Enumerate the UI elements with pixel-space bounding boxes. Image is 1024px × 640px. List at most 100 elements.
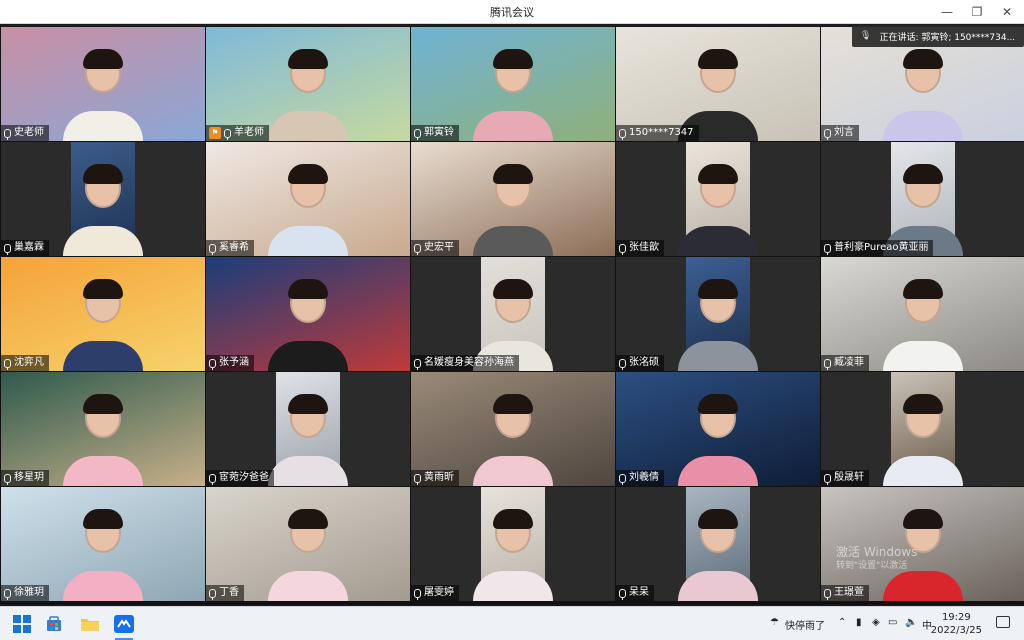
usb-icon[interactable]: ▮ xyxy=(856,617,862,628)
participant-tile[interactable]: 屠雯婷 xyxy=(411,487,615,601)
notification-center-icon[interactable] xyxy=(996,616,1010,628)
participant-video xyxy=(206,27,410,141)
participant-video xyxy=(473,257,553,371)
participant-body xyxy=(63,571,143,601)
participant-name: 徐雅玥 xyxy=(14,587,44,598)
microphone-icon xyxy=(414,473,421,485)
volume-icon[interactable]: 🔈 xyxy=(905,617,917,628)
participant-name: 呆呆 xyxy=(629,587,649,598)
minimize-icon[interactable]: — xyxy=(932,0,962,24)
clock-time: 19:29 xyxy=(941,612,971,623)
participant-nametag: 徐雅玥 xyxy=(1,585,49,601)
participant-name: 150****7347 xyxy=(629,127,694,138)
participant-tile[interactable]: 刘羲倩 xyxy=(616,372,820,486)
participant-body xyxy=(268,111,348,141)
file-explorer-icon[interactable] xyxy=(80,614,100,634)
participant-name: 殷晟轩 xyxy=(834,472,864,483)
participant-hair xyxy=(698,163,738,184)
participant-hair xyxy=(903,48,943,69)
participant-name: 羊老师 xyxy=(234,127,264,138)
participant-body xyxy=(268,456,348,486)
participant-name: 黄雨昕 xyxy=(424,472,454,483)
weather-icon[interactable]: ☂ xyxy=(770,617,779,628)
participant-tile[interactable]: 史宏平 xyxy=(411,142,615,256)
participant-hair xyxy=(288,48,328,69)
network-icon[interactable]: ▭ xyxy=(888,617,897,628)
participant-tile[interactable]: 丁香 xyxy=(206,487,410,601)
microphone-icon xyxy=(224,128,231,140)
participant-body xyxy=(63,341,143,371)
participant-body xyxy=(883,111,963,141)
windows-start-icon[interactable] xyxy=(12,614,32,634)
participant-name: 沈弈凡 xyxy=(14,357,44,368)
participant-body xyxy=(473,226,553,256)
participant-tile[interactable]: 史老师 xyxy=(1,27,205,141)
participant-hair xyxy=(903,278,943,299)
participant-body xyxy=(268,341,348,371)
participant-nametag: 臧凌菲 xyxy=(821,355,869,371)
participant-tile[interactable]: 普利豪Pureao黄亚丽 xyxy=(821,142,1024,256)
participant-tile[interactable]: 移星玥 xyxy=(1,372,205,486)
participant-nametag: 史宏平 xyxy=(411,240,459,256)
participant-hair xyxy=(698,393,738,414)
participant-video xyxy=(411,27,615,141)
participant-nametag: 张予涵 xyxy=(206,355,254,371)
participant-name: 臧凌菲 xyxy=(834,357,864,368)
participant-tile[interactable]: 奚睿希 xyxy=(206,142,410,256)
clock-date: 2022/3/25 xyxy=(930,625,982,636)
participant-nametag: 奚睿希 xyxy=(206,240,254,256)
participant-tile[interactable]: 巢嘉霖 xyxy=(1,142,205,256)
participant-tile[interactable]: 沈弈凡 xyxy=(1,257,205,371)
participant-tile[interactable]: 张洺硕 xyxy=(616,257,820,371)
participant-hair xyxy=(698,48,738,69)
microphone-icon xyxy=(414,128,421,140)
microphone-icon xyxy=(619,473,626,485)
participant-video xyxy=(616,27,820,141)
system-clock[interactable]: 19:29 2022/3/25 xyxy=(931,611,982,637)
close-icon[interactable]: ✕ xyxy=(992,0,1022,24)
participant-video xyxy=(206,487,410,601)
participant-body xyxy=(268,571,348,601)
security-shield-icon[interactable]: ◈ xyxy=(872,617,880,628)
chevron-up-icon[interactable]: ⌃ xyxy=(838,617,846,628)
participant-tile[interactable]: 臧凌菲 xyxy=(821,257,1024,371)
participant-tile[interactable]: 黄雨昕 xyxy=(411,372,615,486)
participant-tile[interactable]: 张佳歆 xyxy=(616,142,820,256)
microphone-icon xyxy=(209,358,216,370)
participant-body xyxy=(473,456,553,486)
participant-tile[interactable]: 徐雅玥 xyxy=(1,487,205,601)
participant-tile[interactable]: 宦菀汐爸爸 xyxy=(206,372,410,486)
participant-tile[interactable]: 王璟萱 xyxy=(821,487,1024,601)
participant-name: 刘言 xyxy=(834,127,854,138)
participant-video xyxy=(678,142,758,256)
participant-tile[interactable]: ⚑ 羊老师 xyxy=(206,27,410,141)
participant-video xyxy=(268,372,348,486)
participant-nametag: 沈弈凡 xyxy=(1,355,49,371)
microphone-icon xyxy=(209,473,216,485)
participant-hair xyxy=(83,278,123,299)
participant-tile[interactable]: 殷晟轩 xyxy=(821,372,1024,486)
speaking-text: 正在讲话: 郭寅铃; 150****734... xyxy=(879,32,1016,43)
participant-tile[interactable]: 郭寅铃 xyxy=(411,27,615,141)
participant-hair xyxy=(493,163,533,184)
tencent-meeting-icon[interactable] xyxy=(114,614,134,634)
participant-tile[interactable]: 名媛瘦身美容孙海燕 xyxy=(411,257,615,371)
participant-tile[interactable]: 张予涵 xyxy=(206,257,410,371)
store-icon[interactable] xyxy=(44,614,64,634)
participant-video xyxy=(206,142,410,256)
participant-hair xyxy=(83,163,123,184)
participant-tile[interactable]: 呆呆 xyxy=(616,487,820,601)
window-title: 腾讯会议 xyxy=(490,6,534,19)
participant-nametag: 名媛瘦身美容孙海燕 xyxy=(411,355,519,371)
maximize-icon[interactable]: ❐ xyxy=(962,0,992,24)
participant-body xyxy=(883,571,963,601)
participant-name: 郭寅铃 xyxy=(424,127,454,138)
participant-tile[interactable]: 150****7347 xyxy=(616,27,820,141)
weather-text[interactable]: 快停雨了 xyxy=(785,617,825,632)
participant-hair xyxy=(83,393,123,414)
participant-nametag: 黄雨昕 xyxy=(411,470,459,486)
participant-nametag: ⚑ 羊老师 xyxy=(206,125,269,141)
participant-hair xyxy=(903,163,943,184)
participant-hair xyxy=(83,48,123,69)
participant-body xyxy=(63,456,143,486)
